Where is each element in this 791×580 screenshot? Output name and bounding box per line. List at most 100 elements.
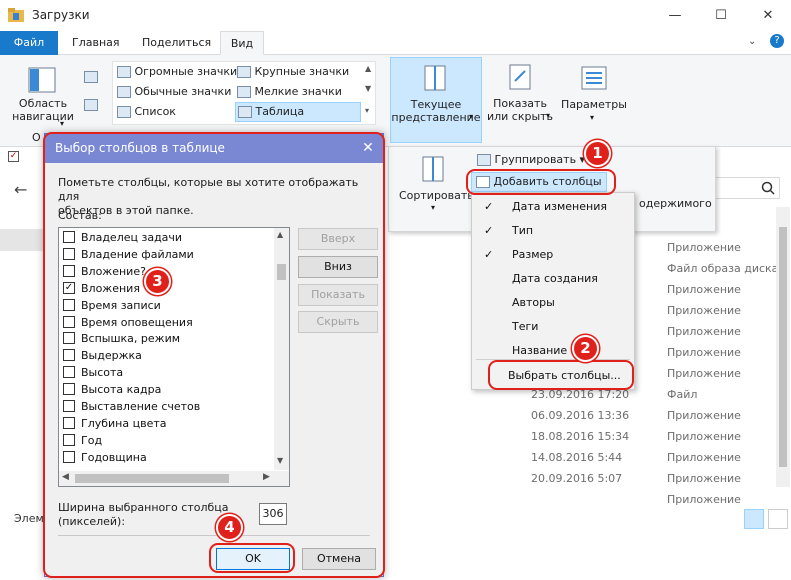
menu-item-column[interactable]: ✓ Тип bbox=[472, 219, 634, 243]
menu-item-label: Тип bbox=[512, 224, 534, 237]
chevron-down-icon: ▾ bbox=[60, 119, 65, 128]
group-by-icon bbox=[477, 154, 491, 166]
menu-item-column[interactable]: ✓ Дата изменения bbox=[472, 195, 634, 219]
menu-item-label: Размер bbox=[512, 248, 554, 261]
medium-icons-icon bbox=[117, 86, 131, 98]
options-label: Параметры bbox=[561, 98, 627, 111]
annotation-badge-3: 3 bbox=[144, 268, 171, 295]
file-type-cell: Приложение bbox=[667, 472, 741, 485]
checkbox-icon[interactable]: ✓ bbox=[8, 151, 19, 162]
current-view-label: Текущее представление bbox=[391, 98, 481, 124]
collapse-ribbon-icon[interactable]: ⌄ bbox=[748, 36, 756, 47]
file-type-cell: Приложение bbox=[667, 241, 741, 254]
tab-view[interactable]: Вид bbox=[220, 31, 264, 55]
huge-icons-icon bbox=[117, 66, 131, 78]
chevron-down-icon: ▾ bbox=[546, 111, 551, 120]
layout-list[interactable]: Список bbox=[117, 105, 176, 118]
options-button[interactable]: Параметры ▾ bbox=[560, 57, 628, 143]
file-type-cell: Приложение bbox=[667, 304, 741, 317]
menu-item-column[interactable]: Авторы bbox=[472, 291, 634, 315]
file-date-cell: 06.09.2016 13:36 bbox=[531, 409, 630, 422]
tab-file[interactable]: Файл bbox=[0, 31, 58, 55]
menu-item-column[interactable]: Теги bbox=[472, 315, 634, 339]
window-title: Загрузки bbox=[32, 8, 90, 22]
details-icon bbox=[238, 106, 252, 118]
nav-selected-row bbox=[0, 229, 44, 251]
sort-icon bbox=[422, 156, 444, 182]
menu-item-label: Дата изменения bbox=[512, 200, 607, 213]
group-by-button[interactable]: Группировать ▾ bbox=[477, 153, 585, 166]
file-date-cell: 18.08.2016 15:34 bbox=[531, 430, 630, 443]
large-icons-icon bbox=[237, 66, 251, 78]
layout-small-icons[interactable]: Мелкие значки bbox=[237, 85, 342, 98]
chevron-down-icon: ▾ bbox=[590, 113, 595, 122]
chevron-down-icon: ▾ bbox=[469, 112, 474, 121]
gallery-expand-icon[interactable]: ▾ bbox=[365, 106, 369, 115]
show-hide-label: Показать или скрыть bbox=[486, 97, 554, 123]
ribbon-tabs: Файл Главная Поделиться Вид ⌄ ? bbox=[0, 31, 791, 55]
small-icons-icon bbox=[237, 86, 251, 98]
annotation-badge-2: 2 bbox=[572, 335, 599, 362]
layout-medium-icons[interactable]: Обычные значки bbox=[117, 85, 231, 98]
layout-large-icons[interactable]: Крупные значки bbox=[237, 65, 349, 78]
menu-item-label: Дата создания bbox=[512, 272, 598, 285]
options-icon bbox=[581, 66, 607, 90]
close-button[interactable]: ✕ bbox=[745, 0, 791, 31]
checkmark-icon: ✓ bbox=[484, 200, 494, 213]
file-date-cell: 14.08.2016 5:44 bbox=[531, 451, 623, 464]
file-type-cell: Приложение bbox=[667, 367, 741, 380]
tab-share[interactable]: Поделиться bbox=[132, 31, 221, 55]
large-icons-view-icon[interactable] bbox=[768, 509, 788, 529]
file-date-cell: 20.09.2016 5:07 bbox=[531, 472, 623, 485]
file-list-scrollbar[interactable] bbox=[776, 207, 790, 487]
file-type-cell: Приложение bbox=[667, 493, 741, 506]
gallery-down-icon[interactable]: ▼ bbox=[365, 84, 371, 93]
menu-item-column[interactable]: ✓ Размер bbox=[472, 243, 634, 267]
current-view-button[interactable]: Текущее представление ▾ bbox=[390, 57, 482, 143]
search-icon bbox=[761, 181, 775, 195]
minimize-button[interactable]: — bbox=[652, 0, 698, 31]
checkmark-icon: ✓ bbox=[484, 248, 494, 261]
folder-icon bbox=[8, 8, 24, 22]
navigation-pane-icon bbox=[28, 67, 56, 93]
details-pane-icon[interactable] bbox=[84, 99, 98, 111]
scrollbar-thumb[interactable] bbox=[779, 227, 787, 467]
file-type-cell: Приложение bbox=[667, 430, 741, 443]
show-hide-button[interactable]: Показать или скрыть ▾ bbox=[485, 57, 555, 143]
show-hide-icon bbox=[509, 64, 531, 90]
navigation-pane-button[interactable]: Область навигации bbox=[8, 97, 78, 123]
details-view-icon[interactable] bbox=[744, 509, 764, 529]
layout-huge-icons[interactable]: Огромные значки bbox=[117, 65, 237, 78]
annotation-ok-ring bbox=[209, 543, 295, 573]
sort-button[interactable]: Сортировать bbox=[399, 189, 474, 202]
annotation-add-columns-ring bbox=[466, 169, 616, 195]
layout-details[interactable]: Таблица bbox=[235, 102, 361, 122]
tab-home[interactable]: Главная bbox=[62, 31, 130, 55]
ribbon-group-label: О bbox=[32, 131, 41, 144]
list-icon bbox=[117, 106, 131, 118]
chevron-down-icon: ▾ bbox=[431, 203, 436, 212]
menu-item-column[interactable]: Дата создания bbox=[472, 267, 634, 291]
file-type-cell: Приложение bbox=[667, 283, 741, 296]
annotation-badge-1: 1 bbox=[584, 140, 611, 167]
status-text: Элем bbox=[14, 512, 44, 525]
help-icon[interactable]: ? bbox=[770, 34, 784, 48]
current-view-icon bbox=[424, 65, 446, 91]
maximize-button[interactable]: ☐ bbox=[698, 0, 744, 31]
file-type-cell: Приложение bbox=[667, 409, 741, 422]
preview-pane-icon[interactable] bbox=[84, 71, 98, 83]
menu-item-label: Название bbox=[512, 344, 568, 357]
checkmark-icon: ✓ bbox=[484, 224, 494, 237]
title-bar: Загрузки — ☐ ✕ bbox=[0, 0, 791, 31]
annotation-badge-4: 4 bbox=[216, 514, 243, 541]
menu-item-label: Теги bbox=[512, 320, 539, 333]
menu-item-label: Авторы bbox=[512, 296, 555, 309]
back-arrow-icon[interactable]: ← bbox=[14, 180, 27, 199]
size-all-columns-partial[interactable]: одержимого bbox=[639, 197, 712, 210]
layout-gallery: Огромные значки Крупные значки Обычные з… bbox=[112, 61, 376, 125]
file-type-cell: Файл образа диска bbox=[667, 262, 779, 275]
gallery-up-icon[interactable]: ▲ bbox=[365, 64, 371, 73]
file-type-cell: Приложение bbox=[667, 325, 741, 338]
annotation-choose-ring bbox=[488, 360, 634, 390]
annotation-dialog-ring bbox=[43, 132, 385, 578]
